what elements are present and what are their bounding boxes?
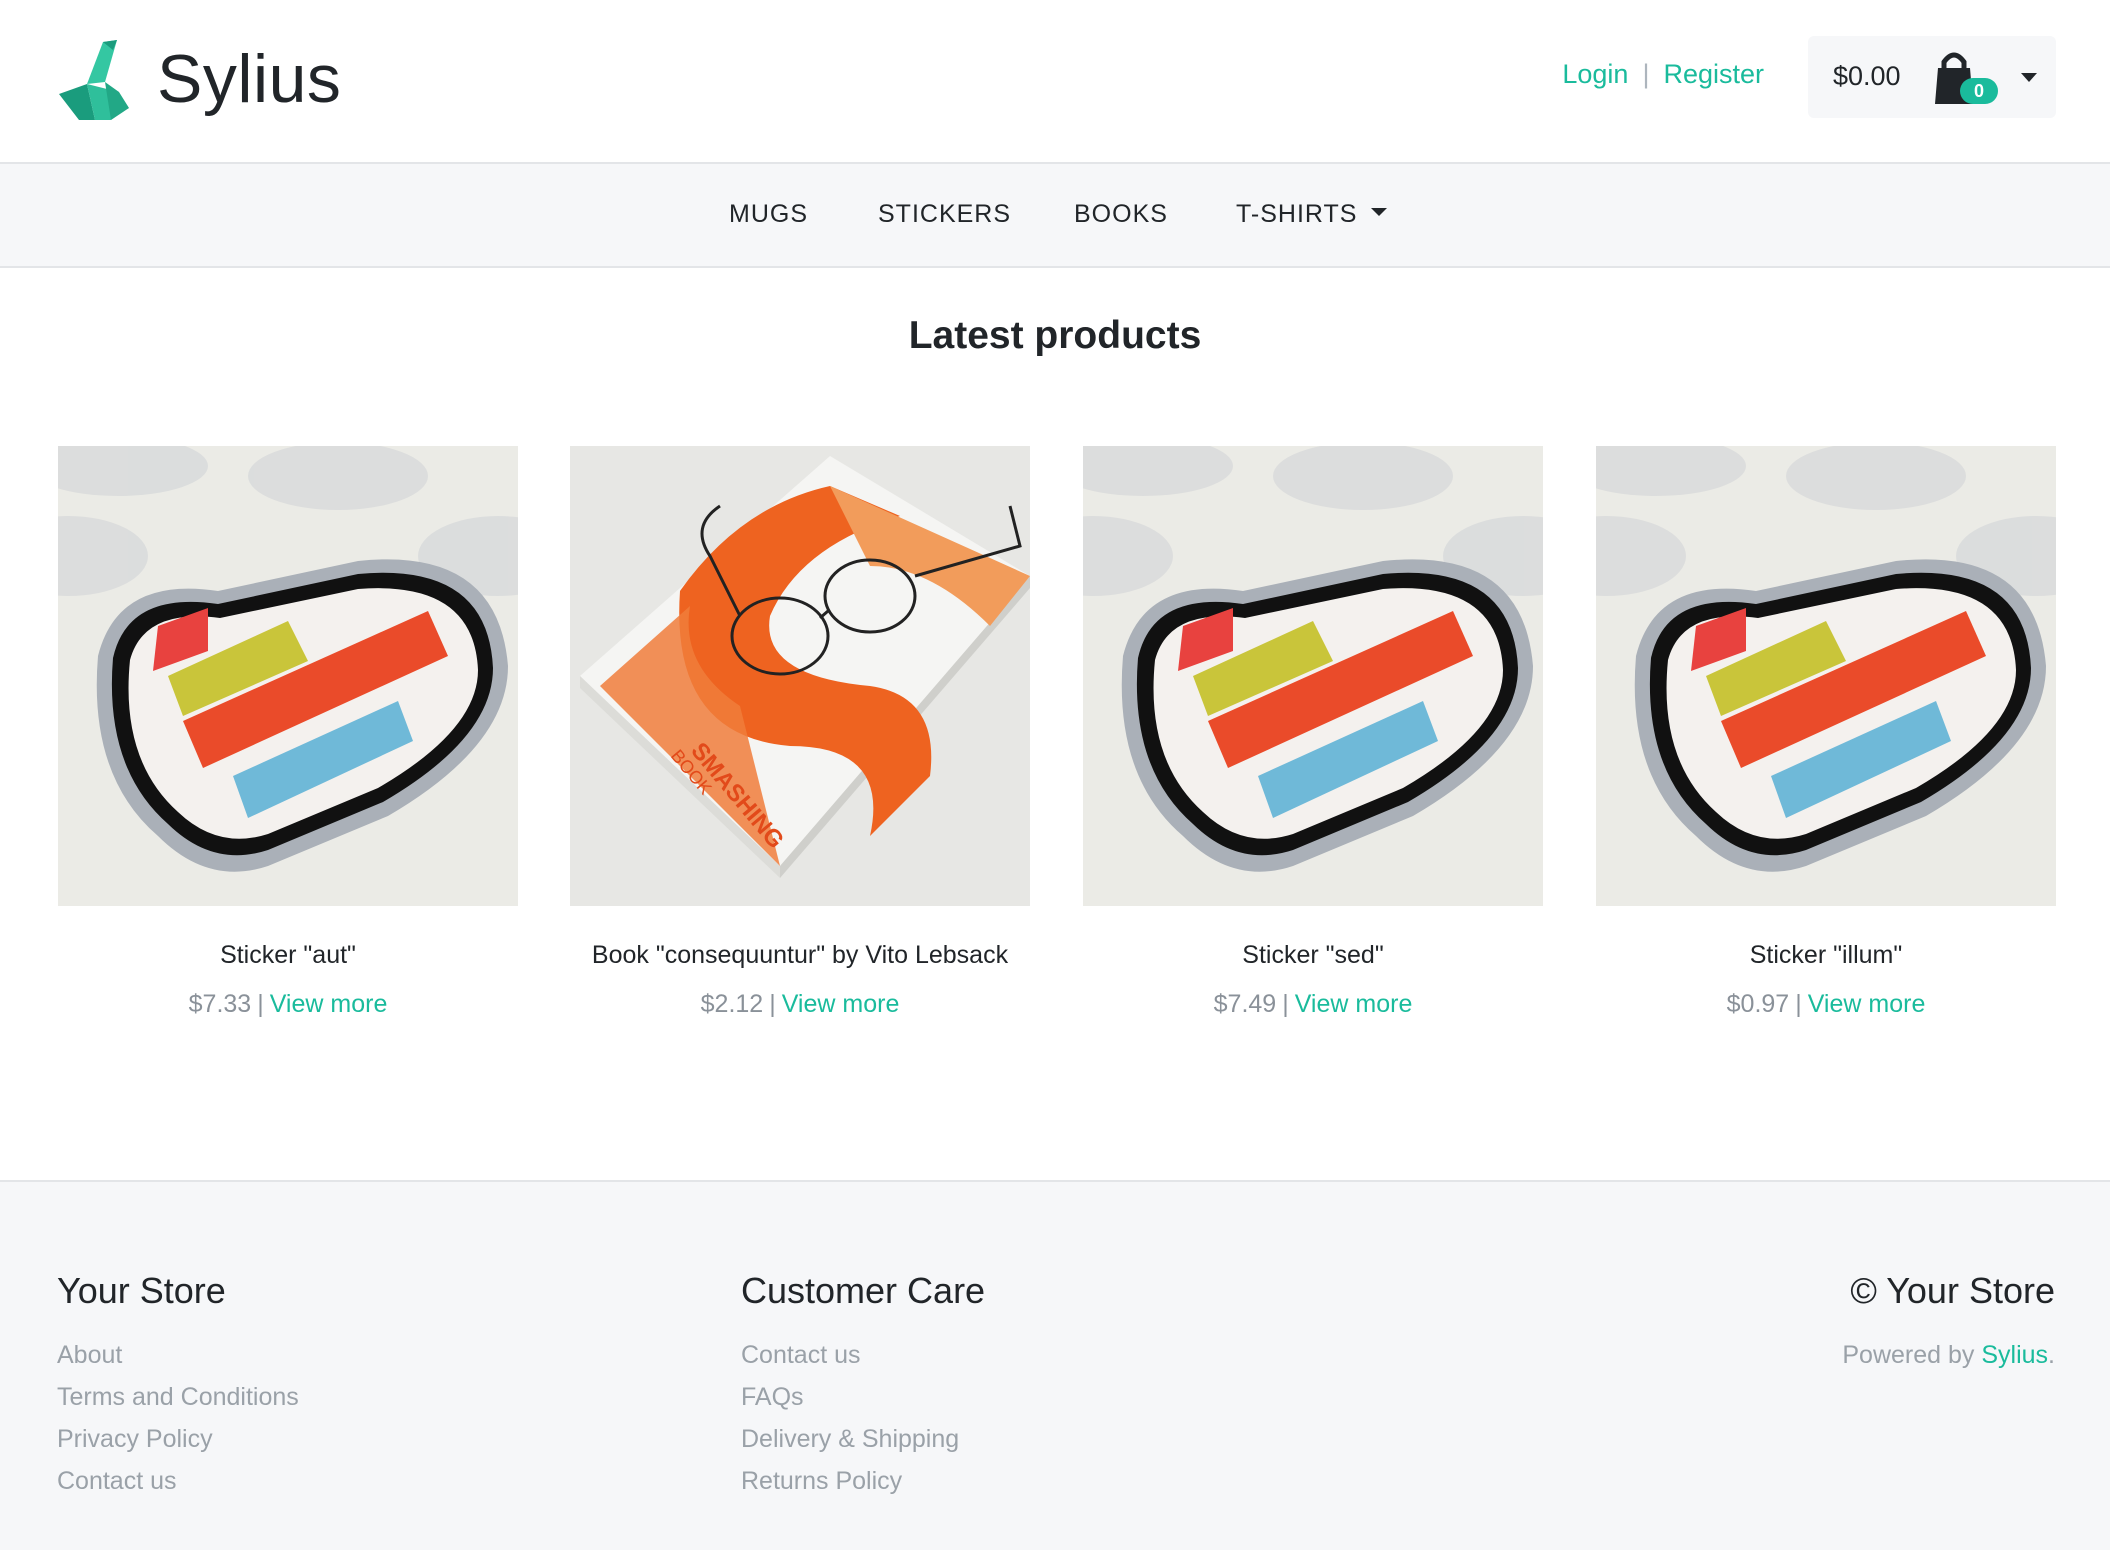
powered-by: Powered by Sylius. [1842, 1334, 2055, 1376]
footer-link-about[interactable]: About [57, 1334, 299, 1376]
footer-customer-care: Customer Care Contact us FAQs Delivery &… [741, 1270, 985, 1502]
copyright-heading: © Your Store [1850, 1270, 2055, 1311]
brand-name: Sylius [157, 41, 342, 117]
nav-item-books[interactable]: BOOKS [1074, 200, 1168, 229]
auth-separator: | [1642, 59, 1650, 89]
view-more-link[interactable]: View more [1808, 990, 1926, 1018]
product-image-link[interactable] [1596, 446, 2056, 906]
nav-item-stickers[interactable]: STICKERS [878, 200, 1011, 229]
nav-item-t-shirts[interactable]: T-SHIRTS [1236, 200, 1388, 229]
logo-link[interactable]: Sylius [57, 36, 341, 122]
footer-link-faqs[interactable]: FAQs [741, 1376, 985, 1418]
product-meta: $7.33 | View more [58, 990, 518, 1019]
product-card: SMASHING BOOK Book "consequuntur" by Vit… [570, 446, 1030, 1019]
page-title: Latest products [908, 314, 1202, 357]
footer-link-privacy[interactable]: Privacy Policy [57, 1418, 299, 1460]
nav-item-mugs[interactable]: MUGS [729, 200, 808, 229]
product-price: $2.12 [700, 990, 764, 1018]
product-meta: $2.12 | View more [570, 990, 1030, 1019]
product-name: Sticker "illum" [1749, 941, 1903, 969]
auth-links: Login | Register [1562, 59, 1764, 90]
view-more-link[interactable]: View more [782, 990, 900, 1018]
footer-your-store: Your Store About Terms and Conditions Pr… [57, 1270, 299, 1502]
product-price: $7.49 [1213, 990, 1277, 1018]
register-link[interactable]: Register [1663, 59, 1764, 90]
cart-total: $0.00 [1833, 61, 1901, 91]
header: Sylius Login | Register $0.00 0 [0, 0, 2110, 162]
footer-heading: Your Store [57, 1270, 226, 1311]
caret-down-icon [1371, 208, 1388, 217]
product-name: Sticker "sed" [1242, 941, 1384, 969]
cart-button[interactable]: $0.00 0 [1808, 36, 2056, 118]
footer-link-terms[interactable]: Terms and Conditions [57, 1376, 299, 1418]
login-link[interactable]: Login [1562, 59, 1628, 90]
product-price: $0.97 [1726, 990, 1790, 1018]
product-image-link[interactable] [1083, 446, 1543, 906]
product-price: $7.33 [188, 990, 252, 1018]
product-card: Sticker "aut" $7.33 | View more [58, 446, 518, 1019]
footer-link-contact-us[interactable]: Contact us [741, 1334, 985, 1376]
product-meta: $0.97 | View more [1596, 990, 2056, 1019]
heart-sticker-image [58, 446, 518, 906]
footer-heading: Customer Care [741, 1270, 986, 1311]
sylius-logo-icon [59, 40, 129, 120]
meta-separator: | [769, 990, 776, 1018]
powered-suffix: . [2048, 1341, 2055, 1369]
cart-count-badge: 0 [1960, 78, 1998, 104]
product-image-link[interactable]: SMASHING BOOK [570, 446, 1030, 906]
meta-separator: | [1795, 990, 1802, 1018]
view-more-link[interactable]: View more [1295, 990, 1413, 1018]
meta-separator: | [257, 990, 264, 1018]
smashing-book-image: SMASHING BOOK [570, 446, 1030, 906]
product-name: Sticker "aut" [220, 941, 356, 969]
footer-link-contact[interactable]: Contact us [57, 1460, 299, 1502]
footer-copyright: © Your Store Powered by Sylius. [1842, 1270, 2055, 1376]
product-name: Book "consequuntur" by Vito Lebsack [591, 941, 1009, 969]
footer: Your Store About Terms and Conditions Pr… [0, 1180, 2110, 1550]
product-meta: $7.49 | View more [1083, 990, 1543, 1019]
footer-link-delivery[interactable]: Delivery & Shipping [741, 1418, 985, 1460]
product-image-link[interactable] [58, 446, 518, 906]
powered-by-link[interactable]: Sylius [1981, 1341, 2048, 1369]
main-navigation: MUGS STICKERS BOOKS T-SHIRTS [0, 162, 2110, 268]
meta-separator: | [1282, 990, 1289, 1018]
chevron-down-icon[interactable] [2021, 73, 2037, 82]
heart-sticker-image [1596, 446, 2056, 906]
powered-prefix: Powered by [1842, 1341, 1975, 1369]
product-card: Sticker "illum" $0.97 | View more [1596, 446, 2056, 1019]
product-card: Sticker "sed" $7.49 | View more [1083, 446, 1543, 1019]
footer-link-returns[interactable]: Returns Policy [741, 1460, 985, 1502]
view-more-link[interactable]: View more [270, 990, 388, 1018]
nav-item-label: T-SHIRTS [1236, 200, 1358, 228]
heart-sticker-image [1083, 446, 1543, 906]
